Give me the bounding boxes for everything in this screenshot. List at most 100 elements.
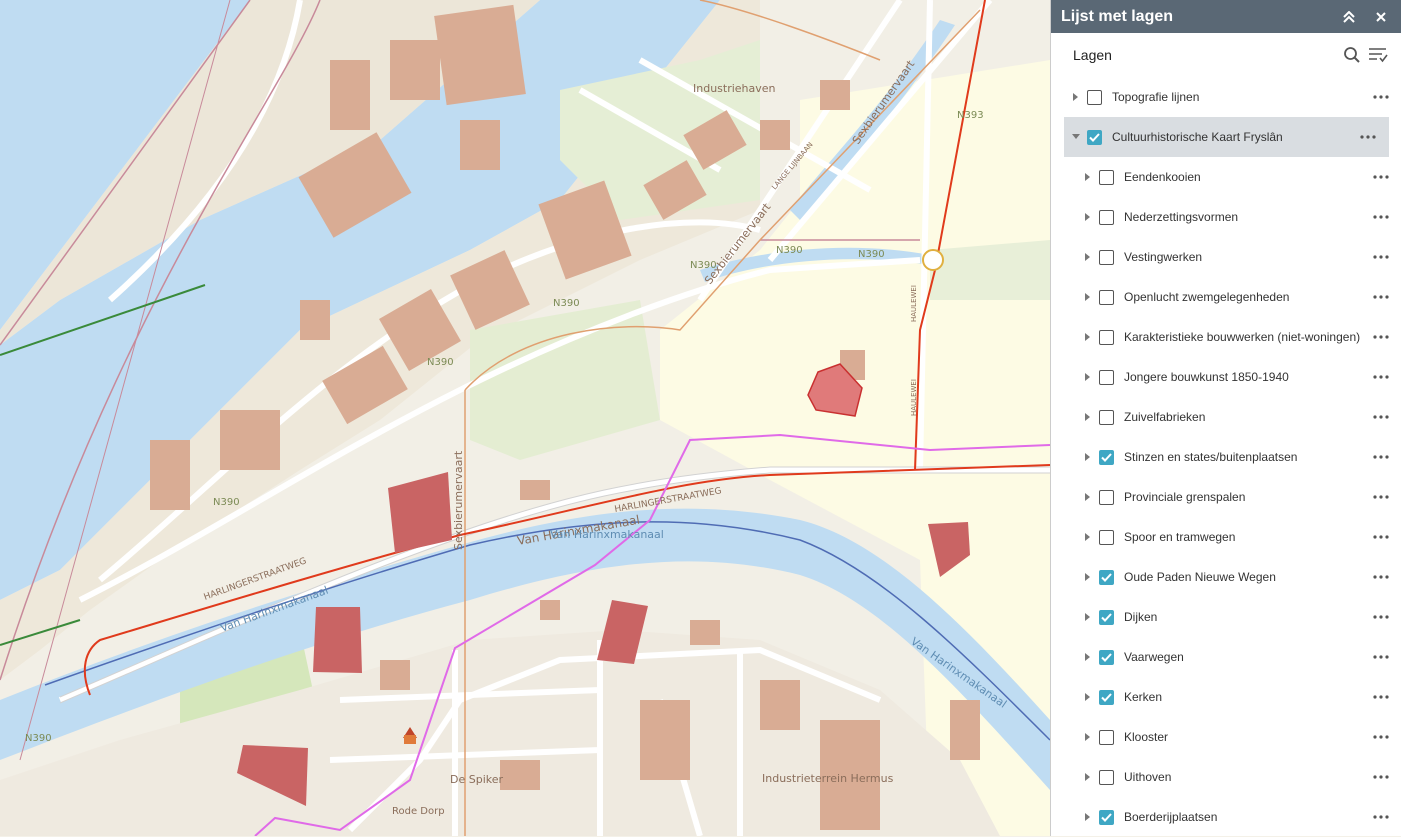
layer-checkbox[interactable] — [1099, 529, 1114, 545]
layer-item[interactable]: Boerderijplaatsen — [1051, 797, 1401, 837]
layer-checkbox[interactable] — [1087, 129, 1102, 145]
layer-checkbox[interactable] — [1099, 209, 1114, 225]
layer-item[interactable]: Provinciale grenspalen — [1051, 477, 1401, 517]
layer-item[interactable]: Spoor en tramwegen — [1051, 517, 1401, 557]
label-industriehaven: Industriehaven — [693, 82, 776, 95]
layer-item[interactable]: Dijken — [1051, 597, 1401, 637]
layer-item[interactable]: Openlucht zwemgelegenheden — [1051, 277, 1401, 317]
layer-name: Karakteristieke bouwwerken (niet-woninge… — [1124, 330, 1361, 344]
layer-item[interactable]: Nederzettingsvormen — [1051, 197, 1401, 237]
more-options-icon[interactable] — [1371, 287, 1391, 307]
layer-item[interactable]: Vestingwerken — [1051, 237, 1401, 277]
label-n390: N390 — [25, 733, 52, 744]
more-options-icon[interactable] — [1371, 727, 1391, 747]
layer-item[interactable]: Karakteristieke bouwwerken (niet-woninge… — [1051, 317, 1401, 357]
label-n390: N390 — [858, 249, 885, 260]
layer-item[interactable]: Kerken — [1051, 677, 1401, 717]
caret-down-icon[interactable] — [1071, 130, 1081, 144]
layer-name: Stinzen en states/buitenplaatsen — [1124, 450, 1298, 464]
layer-item[interactable]: Cultuurhistorische Kaart Fryslân — [1064, 117, 1389, 157]
caret-right-icon[interactable] — [1083, 490, 1093, 504]
more-options-icon[interactable] — [1371, 447, 1391, 467]
layer-list-panel: Lijst met lagen Lagen Topografie lijnen C… — [1050, 0, 1401, 836]
label-n390: N390 — [690, 260, 717, 271]
layer-checkbox[interactable] — [1099, 449, 1114, 465]
layer-item[interactable]: Eendenkooien — [1051, 157, 1401, 197]
roundabout — [922, 249, 944, 271]
more-options-icon[interactable] — [1358, 127, 1378, 147]
label-n390: N390 — [213, 497, 240, 508]
layer-checkbox[interactable] — [1099, 809, 1114, 825]
more-options-icon[interactable] — [1371, 207, 1391, 227]
caret-right-icon[interactable] — [1083, 170, 1093, 184]
more-options-icon[interactable] — [1371, 687, 1391, 707]
layer-item[interactable]: Jongere bouwkunst 1850-1940 — [1051, 357, 1401, 397]
layer-checkbox[interactable] — [1099, 689, 1114, 705]
caret-right-icon[interactable] — [1083, 330, 1093, 344]
filter-list-icon[interactable] — [1367, 44, 1389, 66]
layer-item[interactable]: Vaarwegen — [1051, 637, 1401, 677]
caret-right-icon[interactable] — [1083, 610, 1093, 624]
layer-name: Topografie lijnen — [1112, 90, 1200, 104]
layers-heading: Lagen — [1073, 47, 1112, 63]
layer-checkbox[interactable] — [1099, 409, 1114, 425]
layer-checkbox[interactable] — [1099, 329, 1114, 345]
more-options-icon[interactable] — [1371, 607, 1391, 627]
caret-right-icon[interactable] — [1083, 410, 1093, 424]
layer-list: Topografie lijnen Cultuurhistorische Kaar… — [1051, 77, 1401, 837]
layer-checkbox[interactable] — [1099, 249, 1114, 265]
more-options-icon[interactable] — [1371, 527, 1391, 547]
caret-right-icon[interactable] — [1083, 650, 1093, 664]
map-view[interactable]: Industriehaven LANGE LIJNBAAN Sexbierume… — [0, 0, 1050, 836]
layer-name: Provinciale grenspalen — [1124, 490, 1246, 504]
caret-right-icon[interactable] — [1083, 290, 1093, 304]
layer-checkbox[interactable] — [1099, 369, 1114, 385]
layer-item[interactable]: Uithoven — [1051, 757, 1401, 797]
more-options-icon[interactable] — [1371, 807, 1391, 827]
more-options-icon[interactable] — [1371, 407, 1391, 427]
caret-right-icon[interactable] — [1083, 770, 1093, 784]
layer-checkbox[interactable] — [1099, 569, 1114, 585]
more-options-icon[interactable] — [1371, 767, 1391, 787]
caret-right-icon[interactable] — [1083, 210, 1093, 224]
layer-item[interactable]: Oude Paden Nieuwe Wegen — [1051, 557, 1401, 597]
label-industrieterrein: Industrieterrein Hermus — [762, 772, 894, 785]
layer-name: Vaarwegen — [1124, 650, 1184, 664]
close-icon[interactable] — [1369, 5, 1393, 29]
layer-checkbox[interactable] — [1099, 649, 1114, 665]
more-options-icon[interactable] — [1371, 87, 1391, 107]
layer-item[interactable]: Zuivelfabrieken — [1051, 397, 1401, 437]
caret-right-icon[interactable] — [1083, 370, 1093, 384]
layer-checkbox[interactable] — [1087, 89, 1102, 105]
more-options-icon[interactable] — [1371, 567, 1391, 587]
caret-right-icon[interactable] — [1083, 570, 1093, 584]
caret-right-icon[interactable] — [1083, 530, 1093, 544]
layer-checkbox[interactable] — [1099, 769, 1114, 785]
more-options-icon[interactable] — [1371, 647, 1391, 667]
layer-checkbox[interactable] — [1099, 489, 1114, 505]
panel-header: Lijst met lagen — [1051, 0, 1401, 33]
caret-right-icon[interactable] — [1083, 450, 1093, 464]
caret-right-icon[interactable] — [1083, 810, 1093, 824]
double-chevron-up-icon[interactable] — [1337, 5, 1361, 29]
more-options-icon[interactable] — [1371, 247, 1391, 267]
more-options-icon[interactable] — [1371, 167, 1391, 187]
more-options-icon[interactable] — [1371, 367, 1391, 387]
caret-right-icon[interactable] — [1071, 90, 1081, 104]
layer-checkbox[interactable] — [1099, 729, 1114, 745]
caret-right-icon[interactable] — [1083, 730, 1093, 744]
caret-right-icon[interactable] — [1083, 250, 1093, 264]
map-canvas[interactable]: Industriehaven LANGE LIJNBAAN Sexbierume… — [0, 0, 1050, 836]
more-options-icon[interactable] — [1371, 487, 1391, 507]
layer-item[interactable]: Topografie lijnen — [1051, 77, 1401, 117]
layer-checkbox[interactable] — [1099, 169, 1114, 185]
layer-checkbox[interactable] — [1099, 609, 1114, 625]
layers-toolbar: Lagen — [1051, 33, 1401, 77]
layer-checkbox[interactable] — [1099, 289, 1114, 305]
caret-right-icon[interactable] — [1083, 690, 1093, 704]
layer-item[interactable]: Stinzen en states/buitenplaatsen — [1051, 437, 1401, 477]
layer-item[interactable]: Klooster — [1051, 717, 1401, 757]
layer-name: Klooster — [1124, 730, 1169, 744]
more-options-icon[interactable] — [1371, 327, 1391, 347]
search-icon[interactable] — [1341, 44, 1363, 66]
